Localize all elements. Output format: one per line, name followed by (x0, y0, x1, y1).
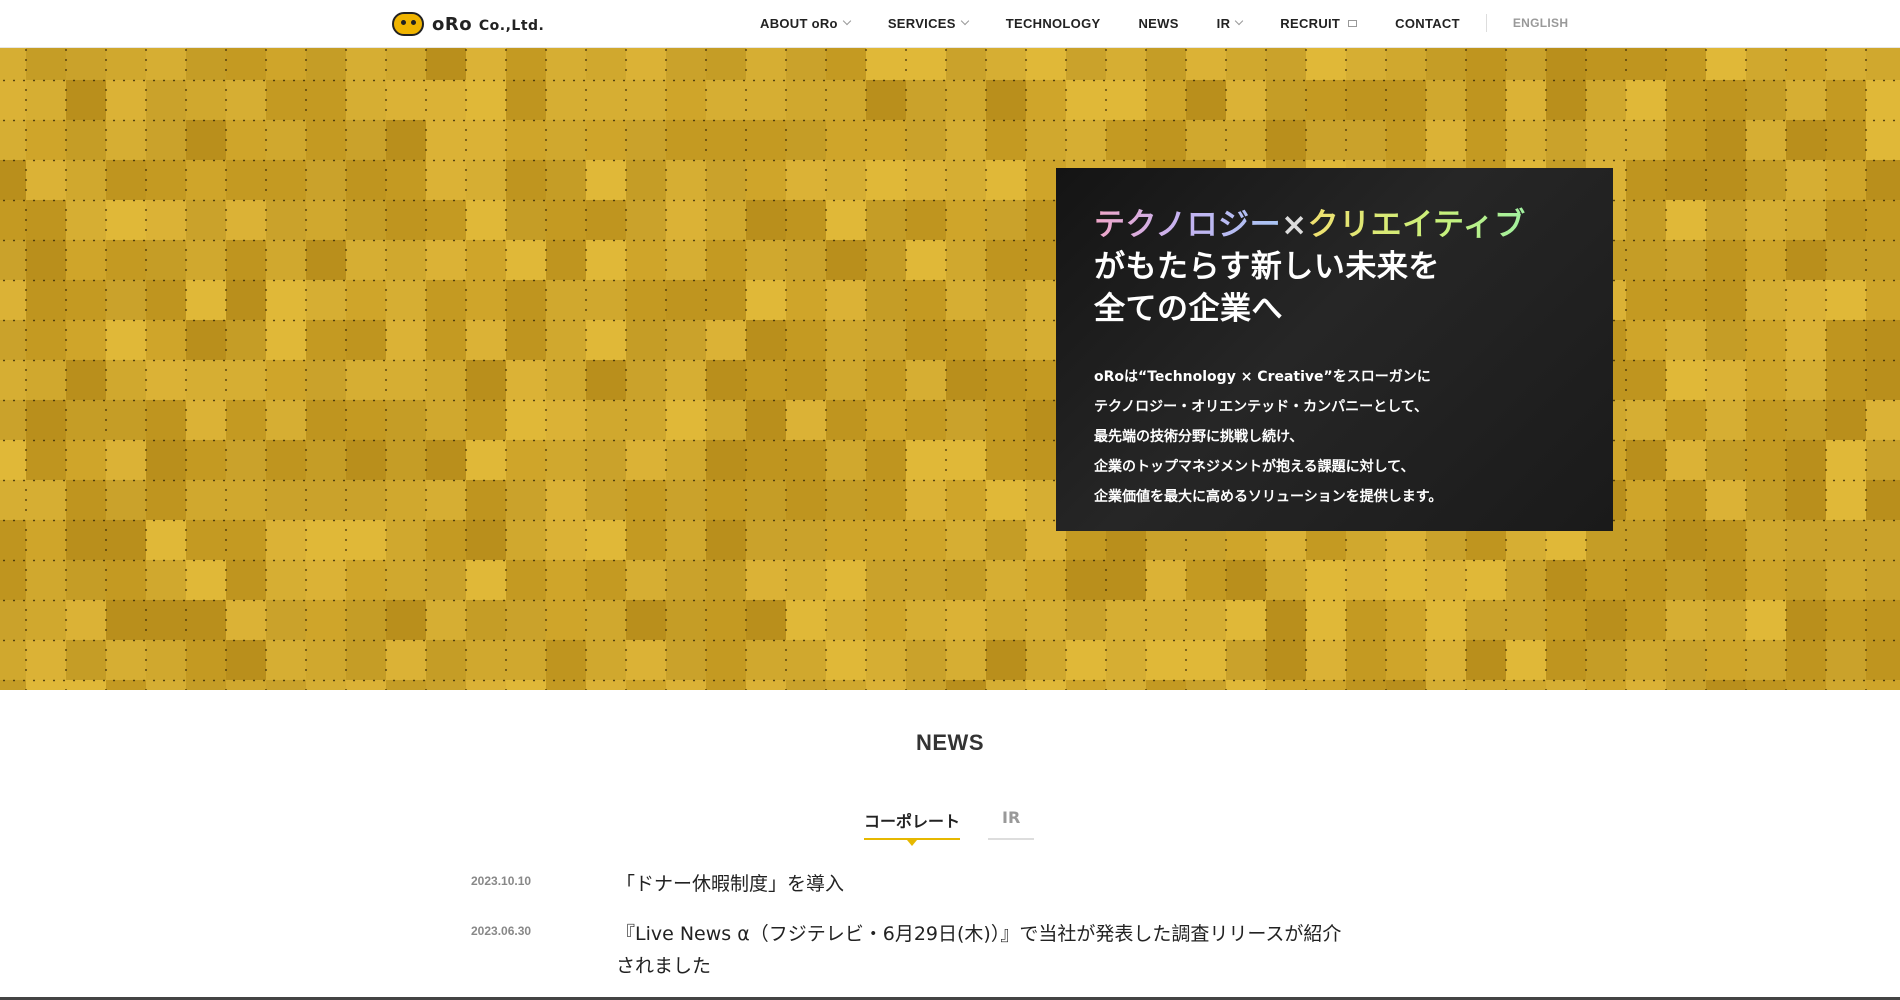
language-switch-english[interactable]: ENGLISH (1513, 16, 1568, 30)
hero-message-box: テクノロジー×クリエイティブ がもたらす新しい未来を 全ての企業へ oRoは“T… (1056, 168, 1613, 531)
hero-body-line: oRoは“Technology × Creative”をスローガンに (1094, 369, 1431, 385)
hero-headline-line2: がもたらす新しい未来を (1094, 249, 1440, 285)
nav-item-technology[interactable]: TECHNOLOGY (1006, 16, 1101, 31)
nav-item-contact[interactable]: CONTACT (1395, 16, 1460, 31)
news-title[interactable]: 『Live News α（フジテレビ・6月29日(木)）』で当社が発表した調査リ… (616, 918, 1346, 982)
hero-body-line: 企業のトップマネジメントが抱える課題に対して、 (1094, 459, 1415, 475)
hero-section: テクノロジー×クリエイティブ がもたらす新しい未来を 全ての企業へ oRoは“T… (0, 48, 1900, 690)
hero-headline-times: × (1281, 207, 1308, 243)
news-title[interactable]: 「ドナー休暇制度」を導入 (616, 868, 1346, 900)
external-link-icon (1348, 19, 1358, 27)
news-item[interactable]: 2023.06.30 『Live News α（フジテレビ・6月29日(木)）』… (471, 918, 1371, 982)
hero-mosaic-background (0, 48, 1900, 690)
tab-corporate[interactable]: コーポレート (864, 808, 961, 846)
news-date: 2023.06.30 (471, 924, 532, 938)
news-list: 2023.10.10 「ドナー休暇制度」を導入 2023.06.30 『Live… (471, 868, 1371, 1000)
nav-item-news[interactable]: NEWS (1138, 16, 1178, 31)
chevron-down-icon (842, 16, 852, 26)
logo[interactable]: oRo Co.,Ltd. (392, 9, 544, 39)
hero-body-line: 最先端の技術分野に挑戦し続け、 (1094, 429, 1304, 445)
hero-headline: テクノロジー×クリエイティブ がもたらす新しい未来を 全ての企業へ (1094, 204, 1575, 330)
chevron-down-icon (1235, 16, 1244, 26)
tab-ir[interactable]: IR (988, 808, 1035, 840)
news-item[interactable]: 2023.10.10 「ドナー休暇制度」を導入 (471, 868, 1371, 900)
hero-headline-creative: クリエイティブ (1307, 207, 1526, 243)
nav-item-services[interactable]: SERVICES (888, 16, 969, 31)
logo-mark-icon (392, 12, 424, 36)
main-nav: ABOUT oRo SERVICES TECHNOLOGY NEWS IR RE… (760, 0, 1568, 46)
news-section-title: NEWS (916, 730, 984, 755)
news-date: 2023.10.10 (471, 874, 532, 888)
nav-divider (1485, 14, 1487, 32)
nav-item-about[interactable]: ABOUT oRo (760, 16, 852, 31)
nav-item-recruit[interactable]: RECRUIT (1280, 16, 1358, 31)
site-header: oRo Co.,Ltd. ABOUT oRo SERVICES TECHNOLO… (0, 0, 1900, 48)
chevron-down-icon (960, 16, 969, 26)
news-tabs: コーポレート IR (864, 808, 1035, 846)
hero-body-line: 企業価値を最大に高めるソリューションを提供します。 (1094, 489, 1443, 505)
hero-headline-line3: 全ての企業へ (1094, 291, 1283, 327)
nav-item-ir[interactable]: IR (1217, 16, 1244, 31)
hero-body: oRoは“Technology × Creative”をスローガンに テクノロジ… (1094, 362, 1575, 512)
logo-text: oRo Co.,Ltd. (432, 13, 545, 35)
hero-body-line: テクノロジー・オリエンテッド・カンパニーとして、 (1094, 399, 1429, 415)
hero-headline-technology: テクノロジー (1094, 207, 1282, 243)
